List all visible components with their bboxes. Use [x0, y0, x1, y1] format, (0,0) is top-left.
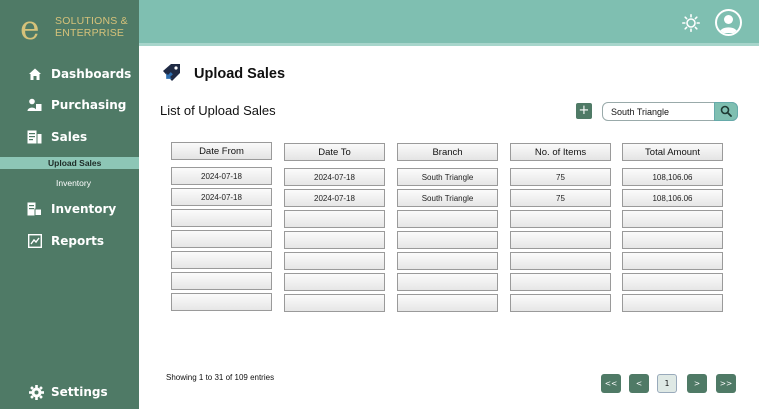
- sidebar-item-label: Reports: [51, 234, 105, 248]
- sales-tag-icon: [160, 62, 184, 86]
- search-button[interactable]: [714, 102, 738, 121]
- page-title: Upload Sales: [194, 66, 286, 82]
- logo-line-2: ENTERPRISE: [55, 27, 125, 39]
- table-cell[interactable]: [284, 252, 385, 270]
- table-cell[interactable]: [622, 252, 723, 270]
- pagination-last-button[interactable]: >>: [716, 374, 736, 393]
- sidebar-item-label: Dashboards: [51, 67, 132, 81]
- gear-icon: [29, 384, 44, 400]
- table-cell[interactable]: [510, 231, 611, 249]
- sidebar-subitem-label: Inventory: [56, 178, 91, 188]
- pagination-first-button[interactable]: <<: [601, 374, 621, 393]
- user-avatar-icon[interactable]: [715, 9, 742, 36]
- sidebar-item-label: Settings: [51, 385, 108, 399]
- search-input[interactable]: [611, 105, 711, 119]
- sidebar-item-purchasing[interactable]: Purchasing: [0, 94, 139, 116]
- pagination-prev-button[interactable]: <: [629, 374, 649, 393]
- add-button[interactable]: +: [576, 103, 592, 119]
- table-cell[interactable]: [622, 294, 723, 312]
- table-cell[interactable]: 108,106.06: [622, 189, 723, 207]
- table-cell[interactable]: 108,106.06: [622, 168, 723, 186]
- sidebar-item-label: Inventory: [51, 202, 117, 216]
- search-box: [602, 102, 738, 121]
- table-cell[interactable]: [397, 294, 498, 312]
- logo-line-1: SOLUTIONS &: [55, 15, 128, 27]
- table-cell[interactable]: [510, 210, 611, 228]
- column-header[interactable]: Total Amount: [622, 143, 723, 161]
- table-cell[interactable]: South Triangle: [397, 189, 498, 207]
- table-cell[interactable]: [171, 251, 272, 269]
- sidebar-subitem-label: Upload Sales: [48, 158, 102, 168]
- top-header: [139, 0, 759, 46]
- table-cell[interactable]: [510, 252, 611, 270]
- sidebar-item-label: Sales: [51, 130, 88, 144]
- table-cell[interactable]: [397, 210, 498, 228]
- search-icon: [720, 102, 732, 121]
- table-cell[interactable]: [510, 294, 611, 312]
- table-cell[interactable]: [171, 293, 272, 311]
- sidebar-subitem-upload-sales[interactable]: Upload Sales: [0, 157, 139, 169]
- reports-icon: [27, 234, 42, 249]
- table-cell[interactable]: 2024-07-18: [284, 189, 385, 207]
- table-cell[interactable]: [171, 230, 272, 248]
- list-title: List of Upload Sales: [160, 103, 276, 118]
- sun-icon[interactable]: [682, 14, 701, 33]
- table-cell[interactable]: 75: [510, 189, 611, 207]
- table-cell[interactable]: [622, 273, 723, 291]
- users-icon: [27, 98, 42, 113]
- sidebar-item-sales[interactable]: Sales: [0, 126, 139, 148]
- table-cell[interactable]: [171, 272, 272, 290]
- entries-info: Showing 1 to 31 of 109 entries: [166, 373, 275, 382]
- table-cell[interactable]: [284, 231, 385, 249]
- logo-text: SOLUTIONS & ENTERPRISE: [55, 15, 128, 39]
- logo-mark: e: [20, 8, 40, 47]
- column-header[interactable]: No. of Items: [510, 143, 611, 161]
- brand-logo[interactable]: e SOLUTIONS & ENTERPRISE: [18, 10, 133, 46]
- inventory-icon: [27, 202, 42, 217]
- table-cell[interactable]: 75: [510, 168, 611, 186]
- sidebar-item-settings[interactable]: Settings: [0, 381, 139, 403]
- sidebar-item-reports[interactable]: Reports: [0, 230, 139, 252]
- table-cell[interactable]: [284, 273, 385, 291]
- table-cell[interactable]: [171, 209, 272, 227]
- column-header[interactable]: Date From: [171, 142, 272, 160]
- table-cell[interactable]: [510, 273, 611, 291]
- pagination-next-button[interactable]: >: [687, 374, 707, 393]
- sidebar-item-inventory[interactable]: Inventory: [0, 198, 139, 220]
- table-cell[interactable]: [622, 231, 723, 249]
- table-cell[interactable]: 2024-07-18: [171, 167, 272, 185]
- column-header[interactable]: Date To: [284, 143, 385, 161]
- table-cell[interactable]: 2024-07-18: [284, 168, 385, 186]
- table-cell[interactable]: [397, 252, 498, 270]
- table-cell[interactable]: [284, 294, 385, 312]
- sidebar-item-label: Purchasing: [51, 98, 127, 112]
- table-cell[interactable]: South Triangle: [397, 168, 498, 186]
- sidebar: e SOLUTIONS & ENTERPRISE Dashboards Purc…: [0, 0, 139, 409]
- pagination-current-page[interactable]: 1: [657, 374, 677, 393]
- column-header[interactable]: Branch: [397, 143, 498, 161]
- table-cell[interactable]: [622, 210, 723, 228]
- table-cell[interactable]: 2024-07-18: [171, 188, 272, 206]
- home-icon: [27, 67, 42, 82]
- table-cell[interactable]: [284, 210, 385, 228]
- sidebar-subitem-inventory[interactable]: Inventory: [0, 177, 139, 189]
- sales-doc-icon: [27, 130, 42, 145]
- table-cell[interactable]: [397, 273, 498, 291]
- sidebar-item-dashboards[interactable]: Dashboards: [0, 63, 139, 85]
- table-cell[interactable]: [397, 231, 498, 249]
